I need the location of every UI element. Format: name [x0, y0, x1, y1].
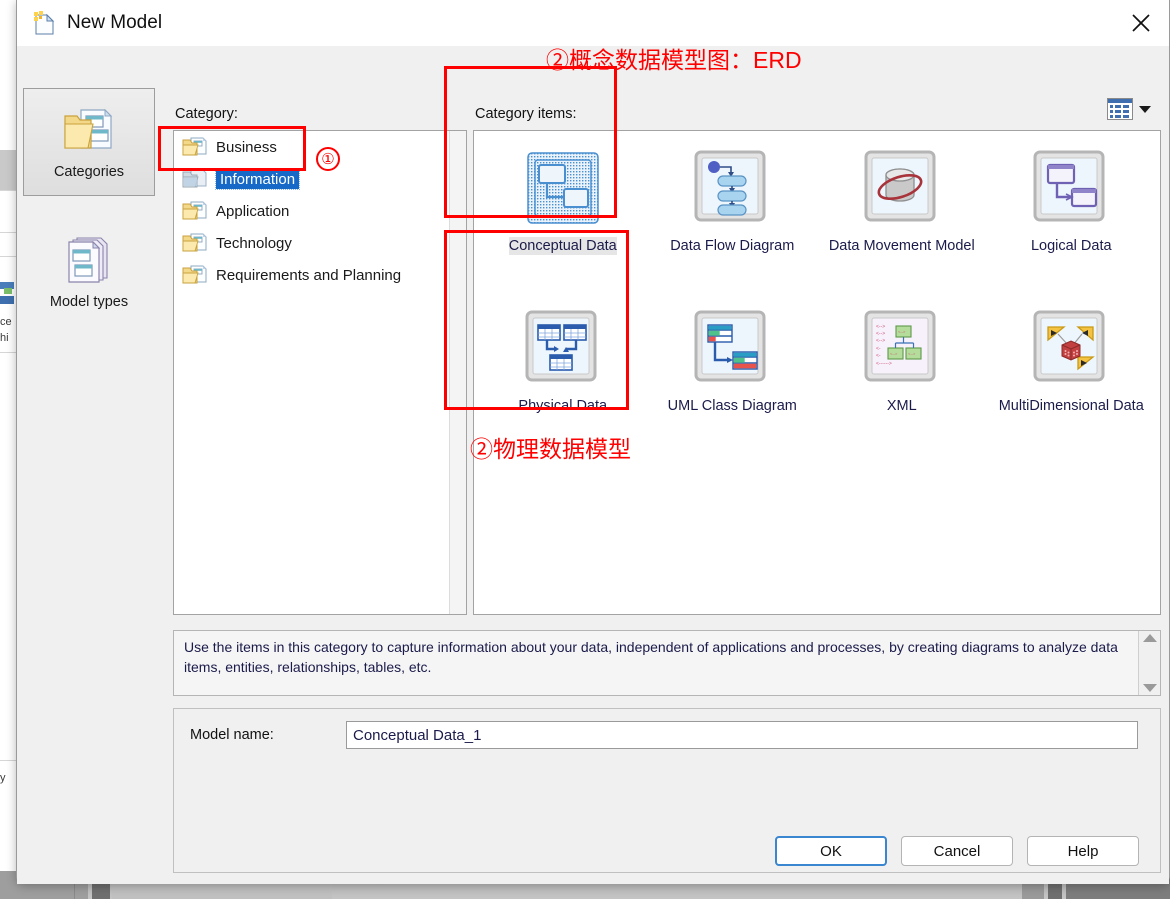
cancel-button[interactable]: Cancel	[901, 836, 1013, 866]
model-name-input[interactable]	[346, 721, 1138, 749]
item-uml-class-diagram[interactable]: UML Class Diagram	[648, 295, 818, 455]
item-multidimensional-data[interactable]: MultiDimensional Data	[987, 295, 1157, 455]
background-text-fragment: hi	[0, 332, 9, 344]
category-item-label: Technology	[216, 234, 292, 252]
data-movement-model-icon	[861, 147, 943, 229]
help-button[interactable]: Help	[1027, 836, 1139, 866]
category-description-text: Use the items in this category to captur…	[184, 639, 1118, 676]
svg-text:<------>: <------>	[876, 361, 892, 367]
category-item-label: Requirements and Planning	[216, 266, 402, 284]
background-toolbar	[0, 150, 16, 190]
category-item-label: Information	[214, 168, 301, 190]
rail-item-label: Model types	[49, 294, 129, 310]
folder-icon	[182, 136, 208, 158]
scroll-down-icon[interactable]	[1142, 684, 1157, 692]
list-view-icon[interactable]	[1107, 98, 1133, 120]
svg-text:<-->: <-->	[876, 338, 885, 344]
ok-button[interactable]: OK	[775, 836, 887, 866]
category-item-application[interactable]: Application	[174, 195, 466, 227]
item-label: MultiDimensional Data	[998, 398, 1144, 414]
dialog-title: New Model	[67, 11, 163, 33]
folder-icon	[182, 232, 208, 254]
model-types-icon	[61, 234, 117, 286]
close-icon[interactable]	[1113, 0, 1169, 46]
rail-item-label: Categories	[53, 164, 125, 180]
svg-text:<-->: <-->	[898, 329, 906, 334]
background-divider	[0, 760, 16, 761]
category-item-requirements-and-planning[interactable]: Requirements and Planning	[174, 259, 466, 291]
background-divider	[0, 352, 16, 353]
folder-icon	[182, 264, 208, 286]
rail-item-model-types[interactable]: Model types	[23, 218, 155, 326]
description-scrollbar[interactable]	[1138, 631, 1160, 695]
annotation-marker-one: ①	[316, 147, 340, 171]
xml-icon: <--> <--> <--> <- <- <------> <--> <--> …	[861, 307, 943, 389]
chevron-down-icon[interactable]	[1139, 105, 1151, 113]
physical-data-icon	[522, 307, 604, 389]
item-label: Data Movement Model	[828, 238, 975, 254]
category-item-label: Application	[216, 202, 290, 220]
new-document-icon	[33, 10, 55, 35]
dialog-body: Categories Model types Category: Categor…	[17, 46, 1169, 884]
svg-text:<-: <-	[876, 346, 881, 352]
item-label: XML	[886, 398, 917, 414]
background-blue-bar	[0, 296, 14, 304]
multidimensional-data-icon	[1030, 307, 1112, 389]
dialog-titlebar: New Model	[17, 0, 1169, 46]
category-label: Category:	[175, 106, 238, 122]
category-item-technology[interactable]: Technology	[174, 227, 466, 259]
scroll-up-icon[interactable]	[1142, 634, 1157, 642]
category-list[interactable]: Business Information Application Technol…	[173, 130, 467, 615]
background-divider	[0, 232, 16, 233]
item-xml[interactable]: <--> <--> <--> <- <- <------> <--> <--> …	[817, 295, 987, 455]
data-flow-diagram-icon	[691, 147, 773, 229]
category-item-label: Business	[216, 138, 277, 156]
view-mode-rail: Categories Model types	[23, 88, 159, 874]
svg-text:<-->: <-->	[908, 351, 916, 356]
background-green-marker	[4, 288, 12, 294]
item-label: UML Class Diagram	[667, 398, 797, 414]
item-data-movement-model[interactable]: Data Movement Model	[817, 135, 987, 295]
item-label: Physical Data	[518, 398, 608, 414]
item-data-flow-diagram[interactable]: Data Flow Diagram	[648, 135, 818, 295]
background-text-fragment: ce	[0, 316, 12, 328]
view-toggle[interactable]	[1107, 98, 1151, 120]
background-text-fragment: y	[0, 772, 6, 784]
category-items-panel[interactable]: Conceptual Data Data Flow Diagram Data M…	[473, 130, 1161, 615]
svg-text:<-: <-	[876, 353, 881, 359]
svg-text:<-->: <-->	[890, 351, 898, 356]
background-divider	[0, 190, 16, 191]
item-label: Logical Data	[1030, 238, 1112, 254]
item-conceptual-data[interactable]: Conceptual Data	[478, 135, 648, 295]
model-name-label: Model name:	[190, 727, 274, 743]
category-items-label: Category items:	[475, 106, 577, 122]
annotation-bottom-note: ②物理数据模型	[470, 436, 631, 462]
dialog-button-row: OK Cancel Help	[775, 836, 1139, 866]
conceptual-data-icon	[522, 147, 604, 229]
background-divider	[0, 256, 16, 257]
folder-information-icon	[182, 168, 208, 190]
svg-text:<-->: <-->	[876, 324, 885, 330]
folder-icon	[182, 200, 208, 222]
item-label: Data Flow Diagram	[670, 238, 795, 254]
category-description: Use the items in this category to captur…	[173, 630, 1161, 696]
rail-item-categories[interactable]: Categories	[23, 88, 155, 196]
logical-data-icon	[1030, 147, 1112, 229]
svg-text:<-->: <-->	[876, 331, 885, 337]
category-items-grid: Conceptual Data Data Flow Diagram Data M…	[478, 135, 1156, 610]
category-list-scrollbar[interactable]	[449, 131, 466, 614]
categories-icon	[61, 104, 117, 156]
item-label: Conceptual Data	[508, 237, 617, 256]
uml-class-diagram-icon	[691, 307, 773, 389]
annotation-top-note: ②概念数据模型图：ERD	[546, 47, 802, 73]
item-logical-data[interactable]: Logical Data	[987, 135, 1157, 295]
